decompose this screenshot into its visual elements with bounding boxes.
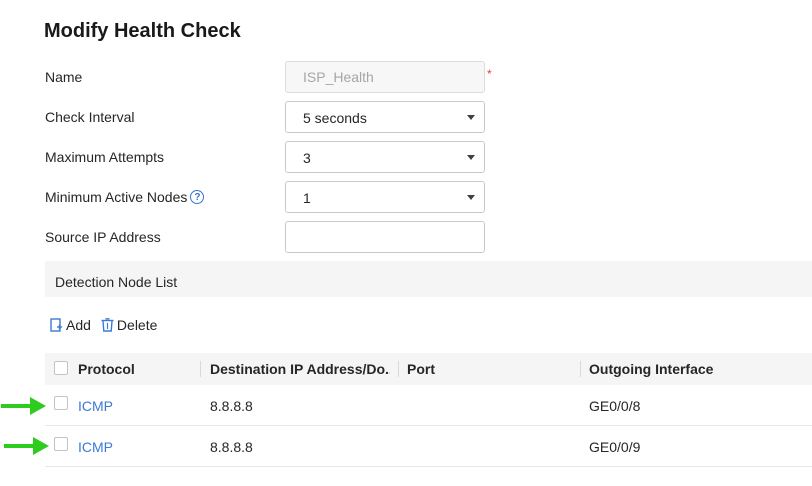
check-interval-value: 5 seconds [303,110,367,126]
chevron-down-icon [467,195,475,200]
delete-button[interactable]: Delete [101,317,157,333]
column-header-protocol[interactable]: Protocol [78,361,135,377]
check-interval-label: Check Interval [45,109,135,125]
check-interval-select[interactable]: 5 seconds [285,101,485,133]
row-checkbox[interactable] [54,396,68,410]
add-label: Add [66,317,91,333]
interface-cell: GE0/0/9 [589,439,641,455]
row-checkbox[interactable] [54,437,68,451]
add-button[interactable]: Add [50,317,91,333]
min-active-nodes-value: 1 [303,190,311,206]
select-all-checkbox[interactable] [54,361,68,375]
column-divider[interactable] [200,361,201,377]
source-ip-row: Source IP Address [45,221,505,253]
max-attempts-select[interactable]: 3 [285,141,485,173]
destination-cell: 8.8.8.8 [210,439,253,455]
max-attempts-row: Maximum Attempts 3 [45,141,505,173]
max-attempts-value: 3 [303,150,311,166]
source-ip-field[interactable] [285,221,485,253]
chevron-down-icon [467,155,475,160]
destination-cell: 8.8.8.8 [210,398,253,414]
column-header-destination[interactable]: Destination IP Address/Do... [210,361,390,377]
protocol-link[interactable]: ICMP [78,398,113,414]
required-mark: * [487,67,492,81]
min-active-nodes-select[interactable]: 1 [285,181,485,213]
detection-node-list-header: Detection Node List [45,261,812,297]
trash-icon [101,318,114,332]
name-field [285,61,485,93]
name-row: Name * [45,61,505,93]
table-row[interactable]: ICMP 8.8.8.8 GE0/0/8 [45,385,812,426]
help-icon[interactable]: ? [190,190,205,204]
column-header-port[interactable]: Port [407,361,435,377]
interface-cell: GE0/0/8 [589,398,641,414]
delete-label: Delete [116,317,158,333]
page-title: Modify Health Check [44,20,241,42]
check-interval-row: Check Interval 5 seconds [45,101,505,133]
add-icon [50,318,62,332]
name-label: Name [45,69,83,85]
arrow-annotation-icon [1,397,46,415]
name-input [286,62,484,92]
max-attempts-label: Maximum Attempts [45,149,165,165]
chevron-down-icon [467,115,475,120]
arrow-annotation-icon [4,437,49,455]
table-row[interactable]: ICMP 8.8.8.8 GE0/0/9 [45,426,812,467]
column-divider[interactable] [580,361,581,377]
min-active-nodes-row: Minimum Active Nodes ? 1 [45,181,505,213]
column-header-outgoing-interface[interactable]: Outgoing Interface [589,361,713,377]
table-header: Protocol Destination IP Address/Do... Po… [45,353,812,385]
section-title: Detection Node List [55,274,178,290]
protocol-link[interactable]: ICMP [78,439,113,455]
source-ip-input[interactable] [286,222,484,252]
detection-node-table: Protocol Destination IP Address/Do... Po… [45,353,812,467]
source-ip-label: Source IP Address [45,229,161,245]
column-divider[interactable] [398,361,399,377]
min-active-nodes-label: Minimum Active Nodes ? [45,189,205,205]
table-toolbar: Add Delete [50,317,157,333]
